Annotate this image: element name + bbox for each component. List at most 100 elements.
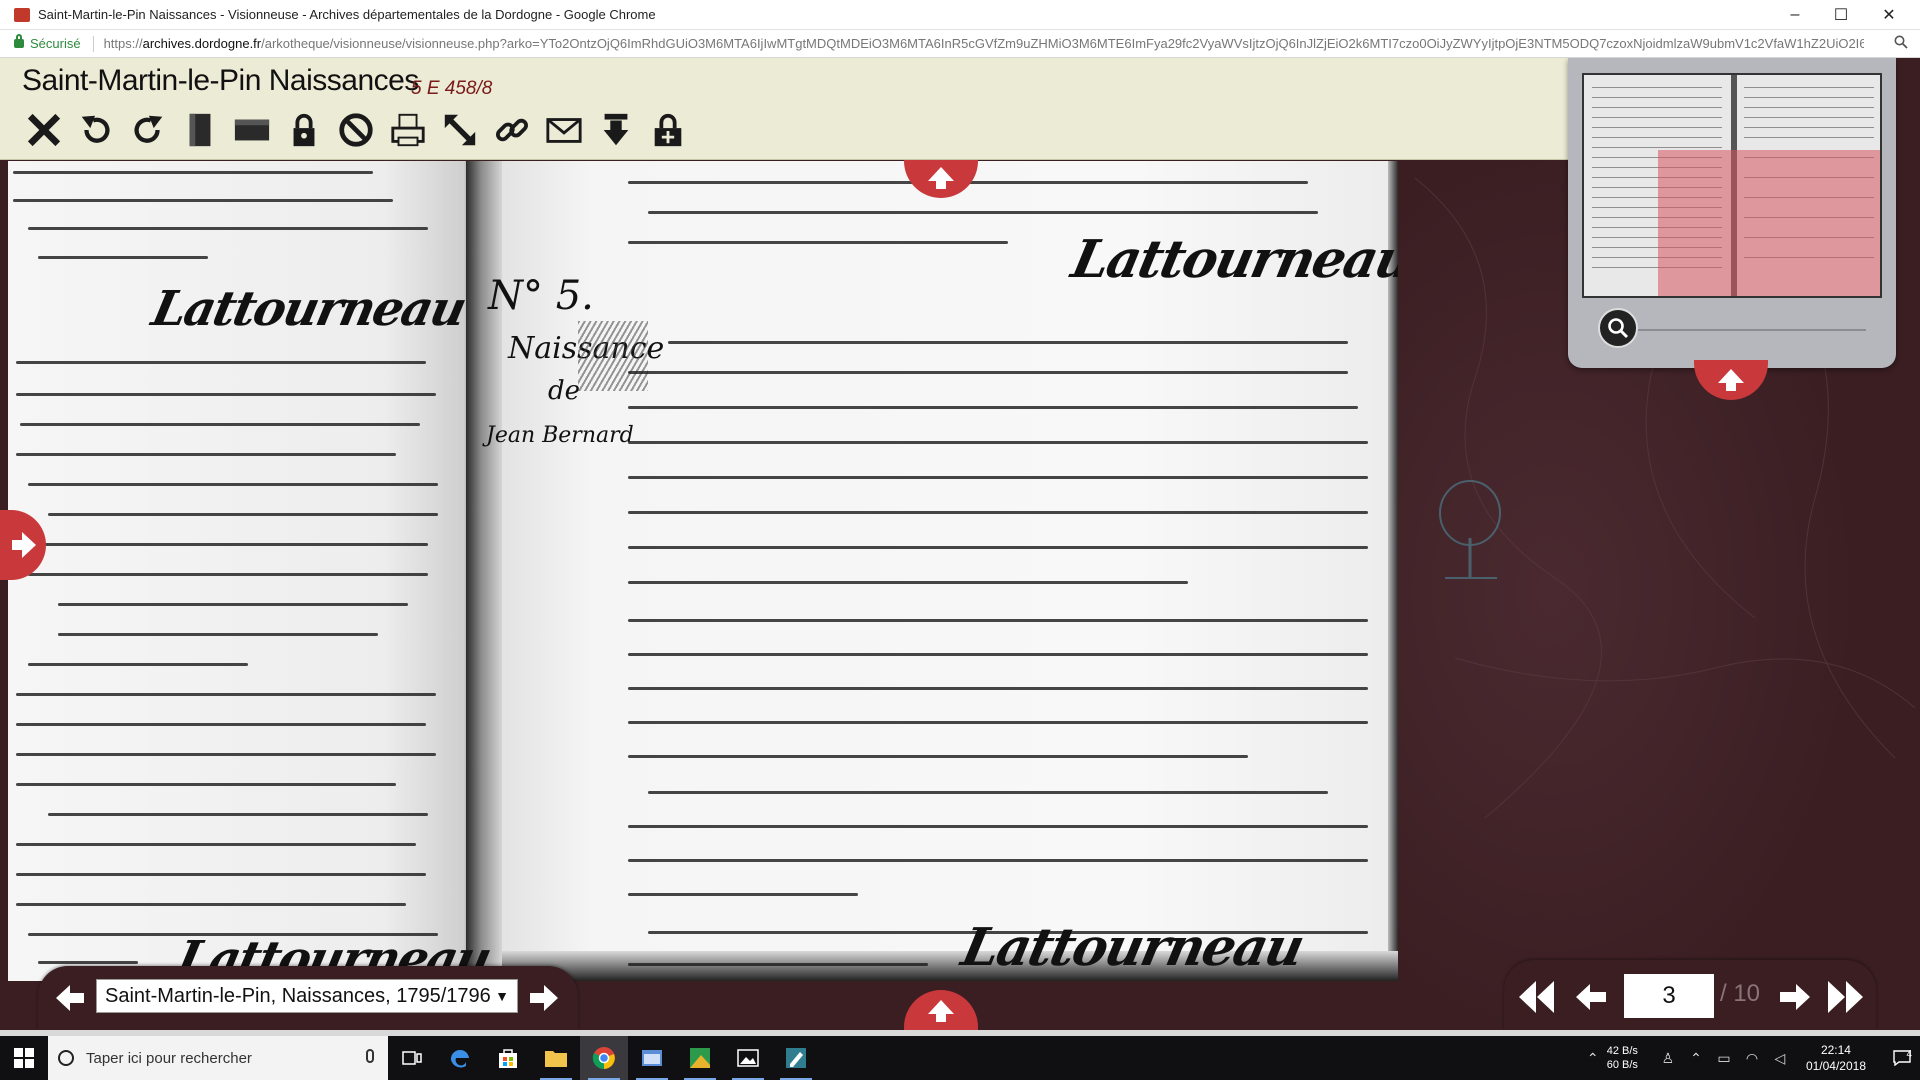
chevron-up-icon[interactable]: ⌃ [1579,1050,1607,1067]
previous-film-button[interactable] [50,978,90,1018]
maximize-button[interactable]: ☐ [1818,0,1864,30]
zoom-slider-handle[interactable] [1598,308,1638,348]
handwriting-line [38,961,138,964]
previous-page-button[interactable] [1568,974,1614,1020]
rotate-left-button[interactable] [74,108,118,152]
document-scan[interactable]: Lattourneau Lattourneau N° 5. Naissance … [8,161,1398,981]
page-number-input[interactable] [1624,974,1714,1018]
notification-center-button[interactable]: 4 [1884,1049,1920,1066]
link-icon [496,118,528,142]
address-bar[interactable]: Sécurisé https://archives.dordogne.fr/ar… [0,30,1920,58]
add-bookmark-button[interactable] [646,108,690,152]
secure-label[interactable]: Sécurisé [30,36,81,51]
handwriting-line [16,361,426,364]
taskbar-search[interactable]: Taper ici pour rechercher [48,1036,388,1080]
next-page-button[interactable] [1772,974,1818,1020]
handwriting-line [58,633,378,636]
chrome-app-button[interactable] [580,1036,628,1080]
app-button-green[interactable] [676,1036,724,1080]
print-button[interactable] [386,108,430,152]
show-hidden-icon[interactable]: ⌃ [1682,1050,1710,1067]
volume-icon[interactable]: ◁ [1766,1050,1794,1067]
close-window-button[interactable]: ✕ [1866,0,1912,30]
app-button-pen[interactable] [772,1036,820,1080]
hide-bottom-bar-button[interactable] [904,990,978,1030]
arrow-left-icon [56,985,84,1011]
thumbnail-image[interactable] [1582,73,1882,298]
taskbar-search-placeholder: Taper ici pour rechercher [86,1049,252,1067]
close-viewer-button[interactable] [22,108,66,152]
email-button[interactable] [542,108,586,152]
viewport-selection[interactable] [1658,150,1880,296]
url-path: /arkotheque/visionneuse/visionneuse.php?… [261,36,1864,51]
store-app-button[interactable] [484,1036,532,1080]
chevron-down-icon: ▼ [495,988,509,1004]
ink-smudge [578,321,648,391]
handwriting-line [58,603,408,606]
clock[interactable]: 22:14 01/04/2018 [1806,1042,1866,1074]
handwriting-line [16,873,426,876]
system-tray: ⌃ 42 B/s 60 B/s ♙ ⌃ ▭ ◠ ◁ 22:14 01/04/20… [1579,1036,1920,1080]
microphone-icon[interactable] [366,1049,374,1063]
act-of: de [548,376,581,406]
chrome-icon [592,1047,615,1070]
network-speed: 42 B/s 60 B/s [1607,1044,1638,1072]
permalink-button[interactable] [490,108,534,152]
envelope-icon [546,118,582,143]
handwriting-line [16,903,406,906]
handwriting-line [16,693,436,696]
film-select-value: Saint-Martin-le-Pin, Naissances, 1795/17… [105,984,491,1007]
battery-icon[interactable]: ▭ [1710,1050,1738,1067]
net-down: 42 B/s [1606,1045,1638,1057]
signature-left-top: Lattourneau [147,281,470,337]
handwriting-line [648,211,1318,214]
start-button[interactable] [0,1036,48,1080]
film-select[interactable]: Saint-Martin-le-Pin, Naissances, 1795/17… [96,979,518,1013]
explorer-app-button[interactable] [532,1036,580,1080]
handwriting-line [628,859,1368,862]
reset-button[interactable] [334,108,378,152]
arrow-up-icon [1718,369,1744,391]
windows-logo-icon [14,1048,34,1068]
handwriting-line [16,393,436,396]
task-view-button[interactable] [388,1036,436,1080]
next-film-button[interactable] [524,978,564,1018]
handwriting-line [28,483,438,486]
handwriting-line [28,227,428,230]
signature-right-top: Lattourneau [1066,229,1398,290]
address-separator [92,35,94,52]
arrow-right-icon [12,532,36,558]
minimize-button[interactable]: – [1772,0,1818,30]
zoom-slider-track[interactable] [1600,329,1866,331]
handwriting-line [628,755,1248,758]
lock-button[interactable] [282,108,326,152]
url-text[interactable]: https://archives.dordogne.fr/arkotheque/… [104,36,1864,51]
photos-app-button[interactable] [724,1036,772,1080]
handwriting-line [48,813,428,816]
handwriting-line [628,825,1368,828]
page-total: / 10 [1720,980,1761,1007]
handwriting-line [13,171,373,174]
edge-app-button[interactable] [436,1036,484,1080]
download-icon [603,113,629,146]
first-page-button[interactable] [1514,974,1560,1020]
arrow-up-icon [928,1000,954,1022]
fit-height-button[interactable] [178,108,222,152]
url-scheme: https:// [103,36,143,51]
secure-lock-icon[interactable] [14,34,24,48]
last-page-button[interactable] [1822,974,1868,1020]
task-view-icon [402,1051,422,1065]
app-button-blue[interactable] [628,1036,676,1080]
fit-width-icon [234,119,270,141]
people-icon[interactable]: ♙ [1654,1050,1682,1067]
page-zoom-icon[interactable] [1894,35,1908,53]
wifi-icon[interactable]: ◠ [1738,1050,1766,1067]
page-navigation-bar: / 10 [1504,960,1876,1030]
fullscreen-button[interactable] [438,108,482,152]
store-icon [499,1049,517,1068]
printer-icon [391,113,425,147]
fit-width-button[interactable] [230,108,274,152]
rotate-right-button[interactable] [126,108,170,152]
download-button[interactable] [594,108,638,152]
magnifier-icon [1608,318,1629,339]
